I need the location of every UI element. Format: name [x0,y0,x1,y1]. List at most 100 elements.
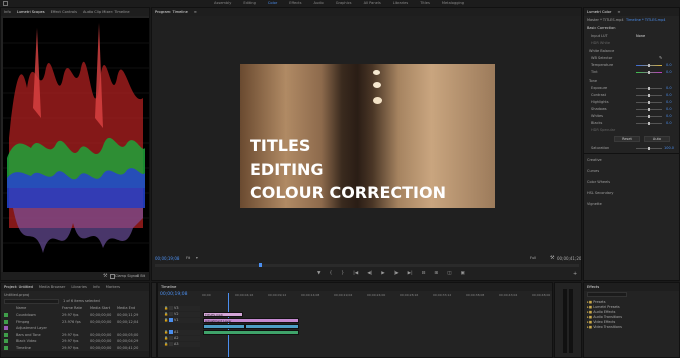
project-tab[interactable]: Project: Untitled [4,285,33,289]
temperature-value[interactable]: 0.0 [666,63,672,67]
chevron-down-icon[interactable]: ▾ [196,256,198,260]
tone-value[interactable]: 0.0 [666,121,672,125]
tone-knob[interactable] [648,108,650,111]
project-row[interactable]: Timeline 29.97 fps 00;00;00;00 00;00;41;… [4,345,148,351]
track-target-icon[interactable] [169,342,173,346]
track-target-icon[interactable] [169,312,173,316]
tone-value[interactable]: 0.0 [666,100,672,104]
lock-icon[interactable]: 🔒 [164,318,168,322]
tone-label[interactable]: Tone [589,79,597,83]
tab-lumetri-scopes[interactable]: Lumetri Scopes [17,10,45,14]
lock-icon[interactable]: 🔒 [164,306,168,310]
section-basic-correction[interactable]: Basic Correction [587,26,616,30]
lock-icon[interactable]: 🔒 [164,330,168,334]
tab-audio-clip-mixer[interactable]: Audio Clip Mixer: Timeline [83,10,130,14]
wrench-icon[interactable]: ⚒ [550,255,554,261]
lock-icon[interactable]: 🔒 [164,342,168,346]
tone-knob[interactable] [648,101,650,104]
track-target-icon[interactable] [169,330,173,334]
timeline-ruler[interactable]: 00;00 00;00;04;16 00;00;09;12 00;00;14;08 00… [202,293,552,299]
track-header[interactable]: A3 🔒 [160,342,200,347]
tone-value[interactable]: 0.0 [666,93,672,97]
section-hsl-secondary[interactable]: HSL Secondary [587,191,613,195]
saturation-value[interactable]: 100.0 [664,146,674,150]
section-vignette[interactable]: Vignette [587,202,602,206]
tab-program[interactable]: Program: Timeline [155,10,188,14]
tab-lumetri-color[interactable]: Lumetri Color [587,10,611,14]
clip-video-2[interactable] [245,324,299,329]
lock-icon[interactable]: 🔒 [164,312,168,316]
tone-value[interactable]: 0.0 [666,114,672,118]
fit-select[interactable]: Fit [186,256,190,260]
project-search-input[interactable] [4,299,59,304]
section-creative[interactable]: Creative [587,158,602,162]
add-button-icon[interactable]: + [573,271,577,277]
tab-info[interactable]: Info [4,10,11,14]
track-target-icon[interactable] [169,336,173,340]
section-curves[interactable]: Curves [587,169,599,173]
project-tab[interactable]: Libraries [71,285,87,289]
clip-audio-1[interactable] [203,330,299,335]
export-frame-icon[interactable]: ◫ [447,271,451,276]
tab-effect-controls[interactable]: Effect Controls [51,10,77,14]
mark-in-icon[interactable]: { [329,271,332,276]
program-scrub-bar[interactable] [155,263,579,267]
workspace-tab[interactable]: Effects [289,1,301,6]
bit-depth-select[interactable]: 8 Bit [137,274,145,278]
project-tab[interactable]: Info [93,285,100,289]
tone-value[interactable]: 0.0 [666,107,672,111]
clip-video-1[interactable] [203,324,245,329]
workspace-tab[interactable]: Libraries [393,1,409,6]
tab-effects[interactable]: Effects [587,285,599,289]
project-row[interactable]: Countdown 29.97 fps 00;00;00;00 00;00;11… [4,312,148,318]
insert-icon[interactable]: ⊟ [422,271,426,276]
track-header[interactable]: A2 🔒 [160,336,200,341]
track-target-icon[interactable] [169,306,173,310]
input-lut-select[interactable]: None [636,34,645,38]
tone-knob[interactable] [648,115,650,118]
project-row[interactable]: Adjustment Layer [4,325,148,331]
workspace-tab[interactable]: All Panels [364,1,381,6]
step-back-icon[interactable]: ◀| [367,271,372,276]
track-header[interactable]: V2 🔒 [160,312,200,317]
track-header[interactable]: A1 🔒 [160,330,200,335]
wrench-icon[interactable]: ⚒ [103,273,107,279]
auto-button[interactable]: Auto [644,136,670,142]
workspace-tab[interactable]: Titles [420,1,430,6]
project-row[interactable]: Bars and Tone 29.97 fps 00;00;00;00 00;0… [4,332,148,338]
effects-folder[interactable]: ▸■ Video Transitions [587,324,622,329]
tone-knob[interactable] [648,122,650,125]
go-to-in-icon[interactable]: |◀ [353,271,358,276]
program-playhead[interactable] [259,263,262,267]
project-tab[interactable]: Markers [106,285,120,289]
play-icon[interactable]: ▶ [381,271,384,276]
step-forward-icon[interactable]: |▶ [394,271,399,276]
tab-timeline[interactable]: Timeline [161,285,176,289]
home-icon[interactable] [3,1,8,6]
reset-button[interactable]: Reset [614,136,640,142]
col-name[interactable]: Name [16,306,26,310]
lock-icon[interactable]: 🔒 [164,336,168,340]
track-target-icon[interactable] [169,318,173,322]
quality-select[interactable]: Full [530,256,536,260]
go-to-out-icon[interactable]: ▶| [408,271,413,276]
workspace-tab[interactable]: Color [268,1,277,6]
saturation-knob[interactable] [648,147,650,150]
tone-knob[interactable] [648,87,650,90]
project-row[interactable]: Ffmpeg 23.976 fps 00;00;00;00 00;00;12;0… [4,319,148,325]
tint-knob[interactable] [648,71,650,74]
marker-icon[interactable]: ▼ [317,271,320,276]
workspace-tab[interactable]: Audio [313,1,323,6]
col-frame-rate[interactable]: Frame Rate [62,306,82,310]
overwrite-icon[interactable]: ⊞ [434,271,438,276]
temperature-knob[interactable] [648,64,650,67]
workspace-tab[interactable]: Metalogging [442,1,464,6]
mark-out-icon[interactable]: } [341,271,344,276]
clip-titles[interactable]: TITLES.mp4 [203,312,243,317]
tone-value[interactable]: 0.0 [666,86,672,90]
panel-menu-icon[interactable]: ≡ [617,10,620,14]
col-media-start[interactable]: Media Start [90,306,110,310]
comparison-icon[interactable]: ▣ [460,271,464,276]
lumetri-breadcrumb-2[interactable]: Timeline * TITLES.mp4 [626,18,666,22]
timeline-timecode[interactable]: 00;00;19;08 [160,292,187,297]
